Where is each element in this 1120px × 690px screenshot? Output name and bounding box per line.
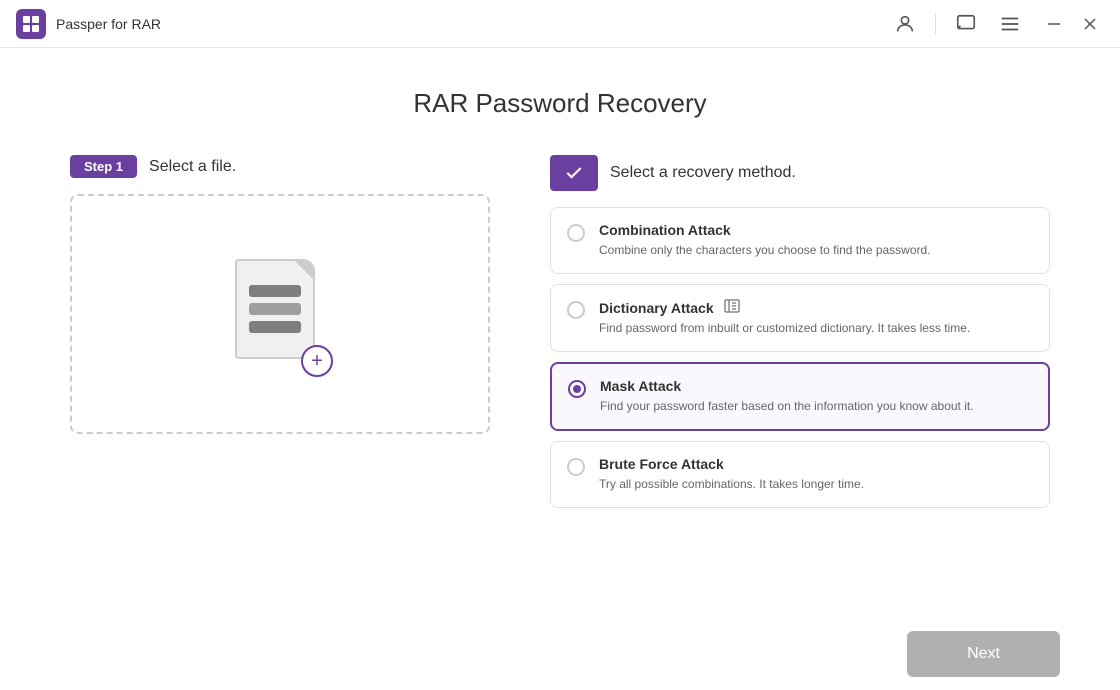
option-dictionary-desc: Find password from inbuilt or customized…: [599, 319, 1033, 337]
option-brute[interactable]: Brute Force Attack Try all possible comb…: [550, 441, 1050, 508]
main-content: RAR Password Recovery Step 1 Select a fi…: [0, 48, 1120, 618]
rar-bar-3: [249, 321, 301, 333]
account-icon[interactable]: [891, 10, 919, 38]
option-brute-title: Brute Force Attack: [599, 456, 1033, 472]
rar-icon-wrapper: +: [235, 259, 325, 369]
close-button[interactable]: [1076, 10, 1104, 38]
option-combination-title: Combination Attack: [599, 222, 1033, 238]
window-controls: [1040, 10, 1104, 38]
two-column-layout: Step 1 Select a file. +: [70, 155, 1050, 508]
right-column: Select a recovery method. Combination At…: [550, 155, 1050, 508]
rar-file-icon: +: [235, 259, 325, 369]
title-bar: Passper for RAR: [0, 0, 1120, 48]
file-page: [235, 259, 315, 359]
radio-combination[interactable]: [567, 224, 585, 242]
step2-header: Select a recovery method.: [550, 155, 1050, 191]
step1-header: Step 1 Select a file.: [70, 155, 490, 178]
step1-badge: Step 1: [70, 155, 137, 178]
option-dictionary-title: Dictionary Attack: [599, 299, 1033, 316]
check-badge: [550, 155, 598, 191]
option-combination-desc: Combine only the characters you choose t…: [599, 241, 1033, 259]
step1-label: Select a file.: [149, 158, 236, 176]
dictionary-extra-icon: [724, 299, 740, 316]
separator: [935, 14, 936, 34]
title-bar-left: Passper for RAR: [16, 9, 161, 39]
recovery-options: Combination Attack Combine only the char…: [550, 207, 1050, 508]
rar-bar-2: [249, 303, 301, 315]
radio-brute[interactable]: [567, 458, 585, 476]
file-drop-zone[interactable]: +: [70, 194, 490, 434]
option-mask[interactable]: Mask Attack Find your password faster ba…: [550, 362, 1050, 431]
next-button[interactable]: Next: [907, 631, 1060, 677]
chat-icon[interactable]: [952, 10, 980, 38]
option-combination-text: Combination Attack Combine only the char…: [599, 222, 1033, 259]
option-mask-desc: Find your password faster based on the i…: [600, 397, 1032, 415]
minimize-button[interactable]: [1040, 10, 1068, 38]
option-dictionary[interactable]: Dictionary Attack: [550, 284, 1050, 352]
page-title: RAR Password Recovery: [413, 88, 706, 119]
option-brute-desc: Try all possible combinations. It takes …: [599, 475, 1033, 493]
option-mask-title: Mask Attack: [600, 378, 1032, 394]
rar-bar-1: [249, 285, 301, 297]
title-bar-right: [891, 10, 1104, 38]
option-combination[interactable]: Combination Attack Combine only the char…: [550, 207, 1050, 274]
radio-dictionary[interactable]: [567, 301, 585, 319]
footer: Next: [0, 618, 1120, 690]
option-dictionary-text: Dictionary Attack: [599, 299, 1033, 337]
step2-label: Select a recovery method.: [610, 164, 796, 182]
radio-mask[interactable]: [568, 380, 586, 398]
menu-icon[interactable]: [996, 10, 1024, 38]
option-mask-text: Mask Attack Find your password faster ba…: [600, 378, 1032, 415]
option-brute-text: Brute Force Attack Try all possible comb…: [599, 456, 1033, 493]
app-logo: [16, 9, 46, 39]
add-file-icon: +: [301, 345, 333, 377]
app-title: Passper for RAR: [56, 16, 161, 32]
left-column: Step 1 Select a file. +: [70, 155, 490, 508]
